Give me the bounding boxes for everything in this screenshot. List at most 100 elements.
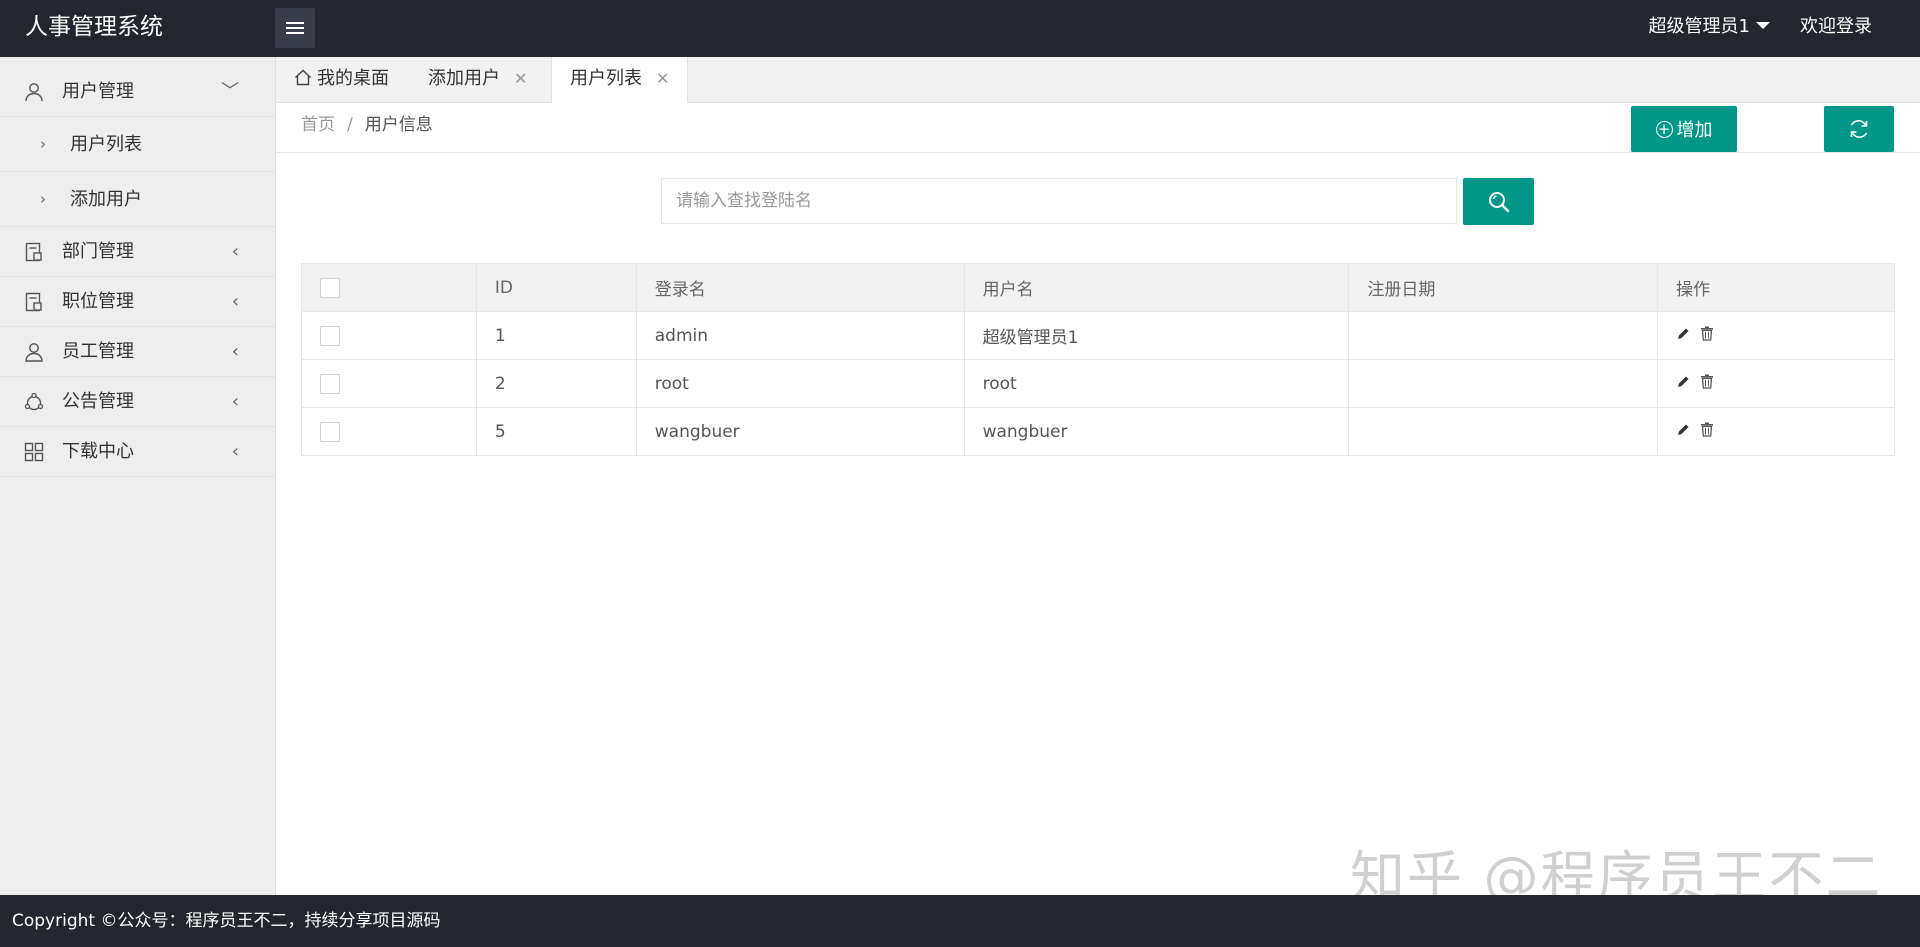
chevron-down-icon: ﹀ (221, 81, 239, 102)
sidebar-subitem-label: 添加用户 (70, 189, 142, 210)
sidebar-item-employee[interactable]: 员工管理 ‹ (0, 327, 275, 377)
sidebar-subitem-add-user[interactable]: › 添加用户 (0, 172, 275, 227)
delete-icon[interactable] (1700, 422, 1714, 437)
edit-icon[interactable] (1676, 375, 1690, 389)
footer-text: Copyright ©公众号：程序员王不二，持续分享项目源码 (12, 911, 441, 931)
cell-login: root (635, 359, 965, 408)
cell-login: admin (635, 311, 965, 360)
table-header-row: ID 登录名 用户名 注册日期 操作 (301, 263, 1895, 312)
breadcrumb-current: 用户信息 (364, 115, 433, 135)
user-icon (25, 83, 43, 102)
footer: Copyright ©公众号：程序员王不二，持续分享项目源码 (0, 895, 1920, 947)
hamburger-icon (286, 21, 304, 35)
sidebar-subitem-user-list[interactable]: › 用户列表 (0, 117, 275, 172)
tab-bar: 我的桌面 添加用户 ✕ 用户列表 ✕ (276, 57, 1920, 103)
chevron-right-icon: › (40, 135, 46, 153)
chevron-left-icon: ‹ (231, 391, 239, 412)
add-button[interactable]: + 增加 (1631, 106, 1737, 152)
home-icon (295, 69, 311, 86)
tab-label: 我的桌面 (317, 68, 389, 89)
tab-my-desktop[interactable]: 我的桌面 (294, 57, 389, 102)
chevron-left-icon: ‹ (231, 291, 239, 312)
user-table: ID 登录名 用户名 注册日期 操作 1 admin 超级管理员1 2 root… (301, 263, 1895, 456)
cell-date (1348, 407, 1659, 456)
department-icon (25, 242, 42, 262)
column-header: 注册日期 (1348, 263, 1659, 312)
notice-icon (24, 392, 44, 411)
cell-id: 2 (475, 359, 637, 408)
sidebar-item-label: 职位管理 (62, 291, 134, 312)
edit-icon[interactable] (1676, 423, 1690, 437)
app-logo: 人事管理系统 (25, 14, 163, 40)
search-button[interactable] (1463, 178, 1534, 225)
breadcrumb-bar: 首页 / 用户信息 + 增加 (276, 103, 1920, 153)
cell-username: 超级管理员1 (963, 311, 1350, 360)
checkbox-cell (301, 407, 477, 456)
breadcrumb: 首页 / 用户信息 (301, 103, 433, 147)
column-header: 用户名 (963, 263, 1350, 312)
refresh-icon (1850, 120, 1868, 138)
cell-id: 1 (475, 311, 637, 360)
cell-username: root (963, 359, 1350, 408)
cell-actions (1657, 359, 1895, 408)
tab-add-user[interactable]: 添加用户 ✕ (428, 57, 527, 102)
sidebar: 用户管理 ﹀ › 用户列表 › 添加用户 部门管理 ‹ 职位管理 ‹ 员工管理 … (0, 57, 276, 895)
column-header: 操作 (1657, 263, 1895, 312)
checkbox-cell (301, 311, 477, 360)
column-header: 登录名 (635, 263, 965, 312)
header-checkbox-cell (301, 263, 477, 312)
tab-label: 添加用户 (428, 68, 500, 89)
menu-toggle-button[interactable] (275, 8, 315, 48)
sidebar-item-label: 下载中心 (62, 441, 134, 462)
sidebar-item-label: 部门管理 (62, 241, 134, 262)
caret-down-icon (1756, 22, 1770, 29)
welcome-link[interactable]: 欢迎登录 (1800, 0, 1872, 54)
plus-circle-icon: + (1655, 120, 1673, 138)
search-icon (1488, 191, 1509, 212)
breadcrumb-home[interactable]: 首页 (301, 115, 335, 135)
employee-icon (25, 343, 43, 362)
sidebar-item-download[interactable]: 下载中心 ‹ (0, 427, 275, 477)
close-icon[interactable]: ✕ (514, 69, 527, 88)
cell-username: wangbuer (963, 407, 1350, 456)
sidebar-item-position[interactable]: 职位管理 ‹ (0, 277, 275, 327)
tab-user-list[interactable]: 用户列表 ✕ (551, 57, 689, 103)
cell-date (1348, 311, 1659, 360)
chevron-left-icon: ‹ (231, 341, 239, 362)
search-input[interactable] (661, 178, 1457, 224)
download-grid-icon (24, 442, 44, 462)
close-icon[interactable]: ✕ (656, 69, 669, 88)
sidebar-item-department[interactable]: 部门管理 ‹ (0, 227, 275, 277)
table-row: 5 wangbuer wangbuer (301, 407, 1895, 456)
table-row: 2 root root (301, 359, 1895, 408)
sidebar-item-label: 员工管理 (62, 341, 134, 362)
cell-date (1348, 359, 1659, 408)
cell-actions (1657, 311, 1895, 360)
breadcrumb-separator: / (347, 115, 353, 135)
refresh-button[interactable] (1824, 106, 1894, 152)
checkbox-cell (301, 359, 477, 408)
cell-login: wangbuer (635, 407, 965, 456)
table-row: 1 admin 超级管理员1 (301, 311, 1895, 360)
position-icon (25, 292, 42, 312)
delete-icon[interactable] (1700, 326, 1714, 341)
top-header: 人事管理系统 超级管理员1 欢迎登录 (0, 0, 1920, 57)
sidebar-item-notice[interactable]: 公告管理 ‹ (0, 377, 275, 427)
sidebar-item-label: 公告管理 (62, 391, 134, 412)
select-all-checkbox[interactable] (320, 277, 340, 298)
add-button-label: 增加 (1676, 120, 1713, 141)
edit-icon[interactable] (1676, 327, 1690, 341)
cell-id: 5 (475, 407, 637, 456)
column-header: ID (475, 263, 637, 312)
user-dropdown[interactable]: 超级管理员1 (1649, 0, 1770, 54)
cell-actions (1657, 407, 1895, 456)
chevron-left-icon: ‹ (231, 241, 239, 262)
delete-icon[interactable] (1700, 374, 1714, 389)
row-checkbox[interactable] (320, 373, 340, 394)
user-name: 超级管理员1 (1648, 16, 1750, 37)
chevron-left-icon: ‹ (231, 441, 239, 462)
row-checkbox[interactable] (320, 325, 340, 346)
tab-label: 用户列表 (570, 68, 642, 89)
row-checkbox[interactable] (320, 421, 340, 442)
sidebar-item-user-management[interactable]: 用户管理 ﹀ (0, 57, 275, 117)
